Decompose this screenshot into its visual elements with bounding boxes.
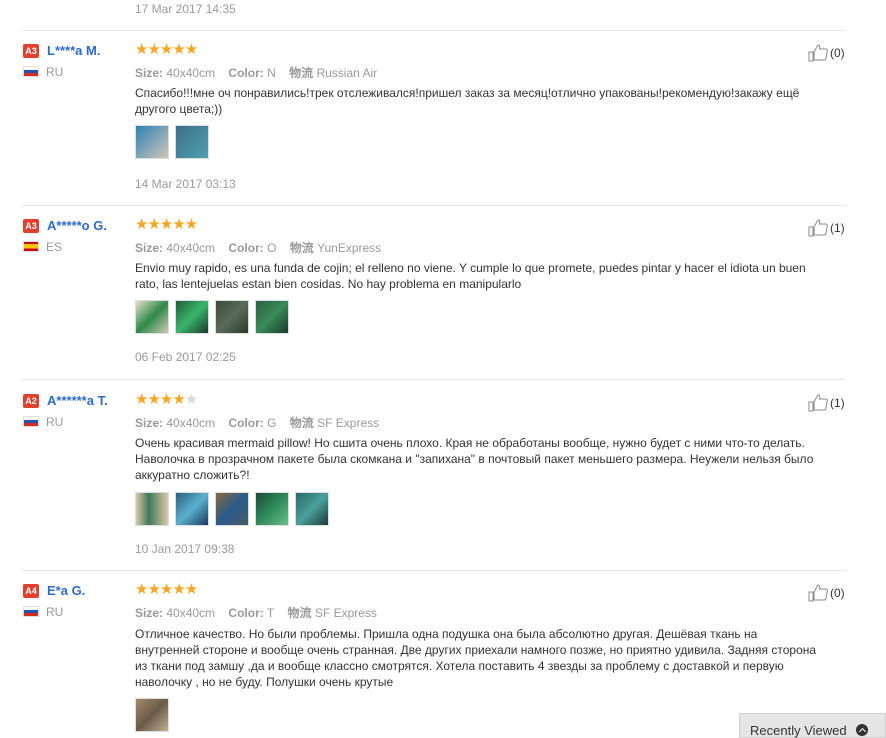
recently-viewed-label: Recently Viewed (750, 723, 847, 738)
chevron-up-icon (856, 724, 868, 736)
review-date: 10 Jan 2017 09:38 (135, 542, 235, 556)
helpful-button[interactable]: (0) (808, 44, 845, 62)
helpful-count: (0) (830, 46, 845, 60)
star-rating: ★★★★★ (135, 581, 198, 598)
review-photos (135, 300, 289, 334)
buyer-name[interactable]: A******a T. (47, 393, 108, 408)
buyer-country: RU (46, 65, 64, 79)
review-photo-thumb[interactable] (215, 300, 249, 334)
buyer-level-badge: A2 (23, 394, 39, 408)
order-info: Size: 40x40cm Color: N 物流 Russian Air (135, 66, 378, 80)
review-photo-thumb[interactable] (135, 125, 169, 159)
review-photo-thumb[interactable] (135, 300, 169, 334)
helpful-button[interactable]: (1) (808, 219, 845, 237)
review-date: 14 Mar 2017 03:13 (135, 177, 236, 191)
review-text: Очень красивая mermaid pillow! Но сшита … (135, 436, 814, 482)
country-flag-icon (23, 241, 39, 252)
buyer-name[interactable]: A*****o G. (47, 218, 107, 233)
thumbs-up-icon (808, 219, 828, 237)
review-photo-thumb[interactable] (175, 125, 209, 159)
star-rating: ★★★★★ (135, 41, 198, 58)
review-photos (135, 492, 329, 526)
review-date: 06 Feb 2017 02:25 (135, 350, 236, 364)
buyer-level-badge: A3 (23, 219, 39, 233)
helpful-button[interactable]: (0) (808, 584, 845, 602)
buyer-country: RU (46, 605, 64, 619)
divider (22, 379, 846, 380)
divider (22, 205, 846, 206)
review-photo-thumb[interactable] (215, 492, 249, 526)
review-photo-thumb[interactable] (135, 698, 169, 732)
buyer-name[interactable]: E*a G. (47, 583, 85, 598)
recently-viewed-tab[interactable]: Recently Viewed (739, 713, 886, 738)
country-flag-icon (23, 606, 39, 617)
order-info: Size: 40x40cm Color: O 物流 YunExpress (135, 241, 382, 255)
helpful-count: (1) (830, 221, 845, 235)
thumbs-up-icon (808, 394, 828, 412)
review-text: Отличное качество. Но были проблемы. При… (135, 627, 817, 689)
review-photo-thumb[interactable] (175, 300, 209, 334)
buyer-name[interactable]: L****a M. (47, 43, 100, 58)
helpful-count: (1) (830, 396, 845, 410)
star-rating: ★★★★★ (135, 391, 198, 408)
buyer-country: RU (46, 415, 64, 429)
thumbs-up-icon (808, 584, 828, 602)
buyer-level-badge: A3 (23, 44, 39, 58)
review-photo-thumb[interactable] (255, 300, 289, 334)
previous-review-date: 17 Mar 2017 14:35 (135, 2, 236, 16)
helpful-count: (0) (830, 586, 845, 600)
review-photos (135, 125, 209, 159)
review-photo-thumb[interactable] (255, 492, 289, 526)
helpful-button[interactable]: (1) (808, 394, 845, 412)
buyer-level-badge: A4 (23, 584, 39, 598)
buyer-country: ES (46, 240, 63, 254)
divider (22, 570, 846, 571)
review-photo-thumb[interactable] (175, 492, 209, 526)
review-text: Envio muy rapido, es una funda de cojin;… (135, 261, 806, 291)
country-flag-icon (23, 66, 39, 77)
review-text: Спасибо!!!мне оч понравились!трек отслеж… (135, 86, 800, 116)
review-photos (135, 698, 169, 732)
review-photo-thumb[interactable] (295, 492, 329, 526)
review-photo-thumb[interactable] (135, 492, 169, 526)
thumbs-up-icon (808, 44, 828, 62)
divider (22, 30, 846, 31)
order-info: Size: 40x40cm Color: T 物流 SF Express (135, 606, 377, 620)
country-flag-icon (23, 416, 39, 427)
order-info: Size: 40x40cm Color: G 物流 SF Express (135, 416, 380, 430)
star-rating: ★★★★★ (135, 216, 198, 233)
